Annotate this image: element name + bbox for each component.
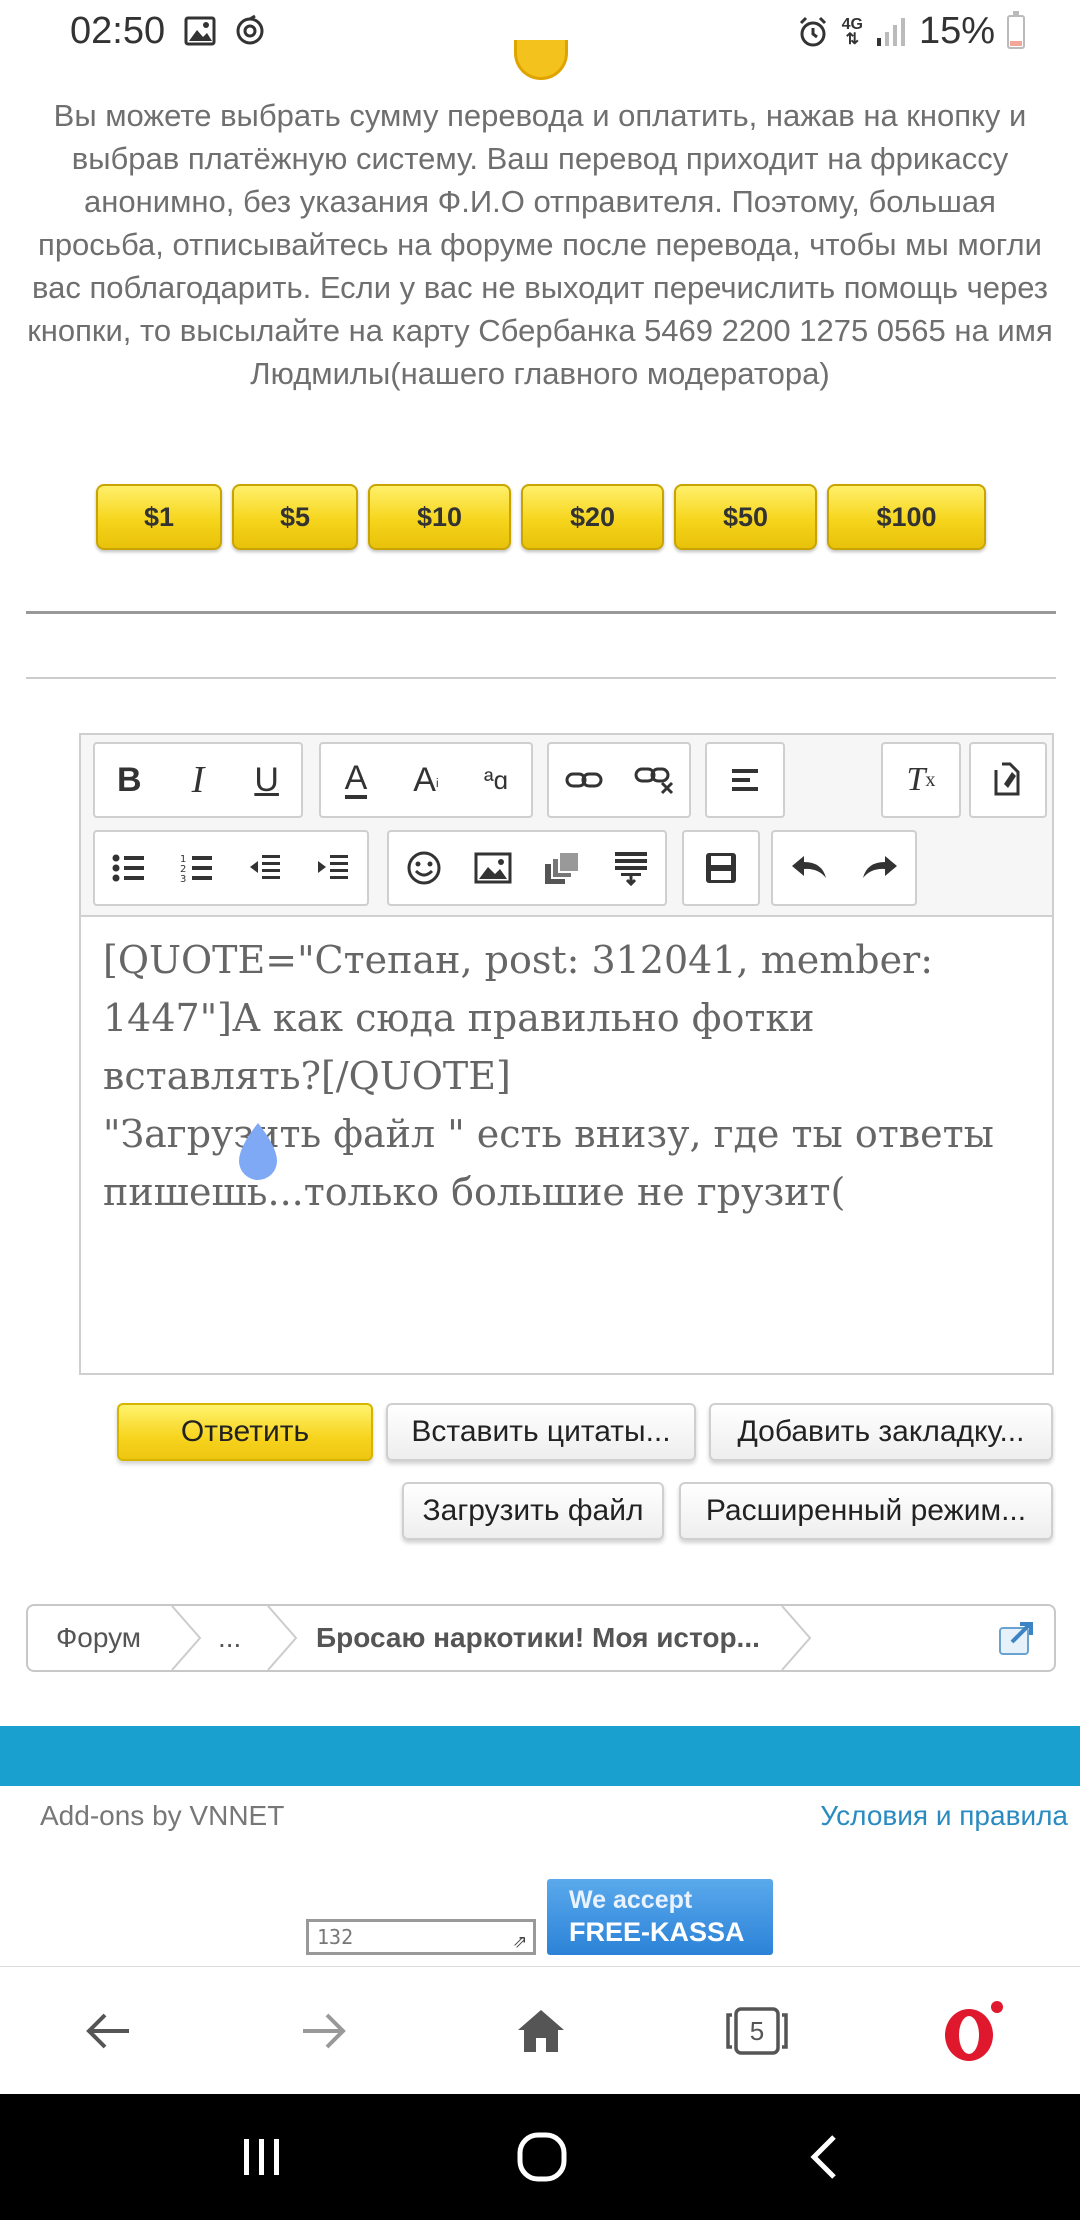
divider — [26, 677, 1056, 679]
visit-counter[interactable]: 132 ⇗ — [306, 1919, 536, 1955]
alarm-icon — [799, 16, 826, 46]
save-group — [682, 830, 760, 906]
text-cursor-handle[interactable] — [231, 1121, 285, 1181]
opera-logo-icon — [945, 2001, 1003, 2061]
outdent-icon[interactable] — [235, 838, 295, 898]
bold-icon[interactable]: B — [99, 750, 159, 810]
recent-apps-button[interactable] — [202, 2094, 322, 2220]
undo-icon[interactable] — [779, 838, 839, 898]
font-size-icon[interactable]: Aᵢ — [396, 750, 456, 810]
donate-10-button[interactable]: $10 — [368, 484, 511, 550]
list-group: 123 — [93, 830, 369, 906]
breadcrumb-forum[interactable]: Форум — [56, 1606, 141, 1670]
text-style-group: B I U — [93, 742, 303, 818]
font-group: A Aᵢ ªɑ — [319, 742, 533, 818]
link-icon[interactable] — [554, 750, 614, 810]
indent-icon[interactable] — [303, 838, 363, 898]
reply-button[interactable]: Ответить — [117, 1403, 373, 1461]
back-nav-button[interactable] — [764, 2094, 884, 2220]
insert-group — [387, 830, 667, 906]
advanced-mode-button[interactable]: Расширенный режим... — [679, 1482, 1053, 1540]
smilie-icon[interactable] — [394, 838, 454, 898]
home-nav-button[interactable] — [482, 2094, 602, 2220]
underline-icon[interactable]: U — [237, 750, 297, 810]
redo-icon[interactable] — [850, 838, 910, 898]
history-group — [771, 830, 917, 906]
forward-button[interactable] — [274, 1967, 374, 2095]
chevron-right-icon — [781, 1606, 812, 1670]
tabs-button[interactable]: 5 — [707, 1967, 807, 2095]
donate-5-button[interactable]: $5 — [232, 484, 358, 550]
bullet-list-icon[interactable] — [99, 838, 159, 898]
link-group — [547, 742, 691, 818]
signal-icon — [876, 17, 905, 46]
home-button[interactable] — [491, 1967, 591, 2095]
donate-100-button[interactable]: $100 — [827, 484, 986, 550]
font-family-icon[interactable]: ªɑ — [466, 750, 526, 810]
browser-bottom-bar: 5 — [0, 1966, 1080, 2094]
status-time: 02:50 — [70, 10, 166, 52]
recents-icon — [244, 2139, 279, 2175]
image-icon[interactable] — [463, 838, 523, 898]
toggle-bbcode-icon[interactable] — [978, 750, 1038, 810]
battery-percent: 15% — [918, 10, 995, 52]
toggle-bbcode-group — [969, 742, 1047, 818]
counter-value: 132 — [317, 1925, 354, 1949]
donate-1-button[interactable]: $1 — [96, 484, 222, 550]
footer-bar — [0, 1726, 1080, 1786]
terms-link[interactable]: Условия и правила — [820, 1800, 1068, 1832]
breadcrumb: Форум ... Бросаю наркотики! Моя истор... — [26, 1604, 1056, 1672]
back-chevron-icon — [810, 2135, 836, 2179]
upload-file-button[interactable]: Загрузить файл — [402, 1482, 664, 1540]
battery-icon — [1007, 10, 1025, 49]
badge-line2: FREE-KASSA — [569, 1917, 745, 1947]
divider — [26, 611, 1056, 614]
free-kassa-badge[interactable]: We accept FREE-KASSA — [547, 1879, 773, 1955]
add-bookmark-button[interactable]: Добавить закладку... — [709, 1403, 1053, 1461]
remove-format-group: Tx — [881, 742, 961, 818]
font-color-icon[interactable]: A — [326, 750, 386, 810]
sync-icon — [236, 14, 264, 45]
media-icon[interactable] — [532, 838, 592, 898]
remove-format-icon[interactable]: Tx — [891, 750, 951, 810]
donation-info-text: Вы можете выбрать сумму перевода и оплат… — [27, 98, 1053, 391]
italic-icon[interactable]: I — [168, 750, 228, 810]
donate-20-button[interactable]: $20 — [521, 484, 664, 550]
chevron-right-icon — [267, 1606, 298, 1670]
data-arrows-icon: 4G ⇅ — [841, 15, 863, 48]
save-draft-icon[interactable] — [691, 838, 751, 898]
home-icon — [518, 2010, 564, 2052]
align-group — [705, 742, 785, 818]
chevron-right-icon — [171, 1606, 202, 1670]
unlink-icon[interactable] — [624, 750, 684, 810]
jump-to-icon[interactable] — [998, 1620, 1036, 1656]
opera-menu-button[interactable] — [922, 1967, 1022, 2095]
back-button[interactable] — [58, 1967, 158, 2095]
arrow-icon: ⇗ — [512, 1925, 527, 1953]
smiley-icon — [514, 40, 568, 80]
breadcrumb-ellipsis[interactable]: ... — [218, 1606, 241, 1670]
editor-toolbar: B I U A Aᵢ ªɑ Tx 1 2 3 — [81, 735, 1052, 917]
align-icon[interactable] — [715, 750, 775, 810]
insert-quotes-button[interactable]: Вставить цитаты... — [386, 1403, 696, 1461]
image-icon — [184, 16, 216, 46]
addons-credit: Add-ons by VNNET — [40, 1800, 285, 1831]
arrow-left-icon — [86, 2013, 129, 2049]
insert-icon[interactable] — [601, 838, 661, 898]
badge-line1: We accept — [569, 1886, 693, 1914]
reply-editor: B I U A Aᵢ ªɑ Tx 1 2 3 [QUOTE="Степан, p… — [79, 733, 1054, 1375]
donate-buttons: $1 $5 $10 $20 $50 $100 — [96, 484, 986, 550]
arrow-right-icon — [303, 2013, 346, 2049]
tab-count: 5 — [749, 2015, 765, 2046]
breadcrumb-current-thread[interactable]: Бросаю наркотики! Моя истор... — [316, 1606, 760, 1670]
numbered-list-icon[interactable]: 123 — [167, 838, 227, 898]
svg-text:3: 3 — [180, 874, 186, 883]
donate-50-button[interactable]: $50 — [674, 484, 817, 550]
home-circle-icon — [517, 2132, 567, 2182]
system-nav-bar — [0, 2094, 1080, 2220]
